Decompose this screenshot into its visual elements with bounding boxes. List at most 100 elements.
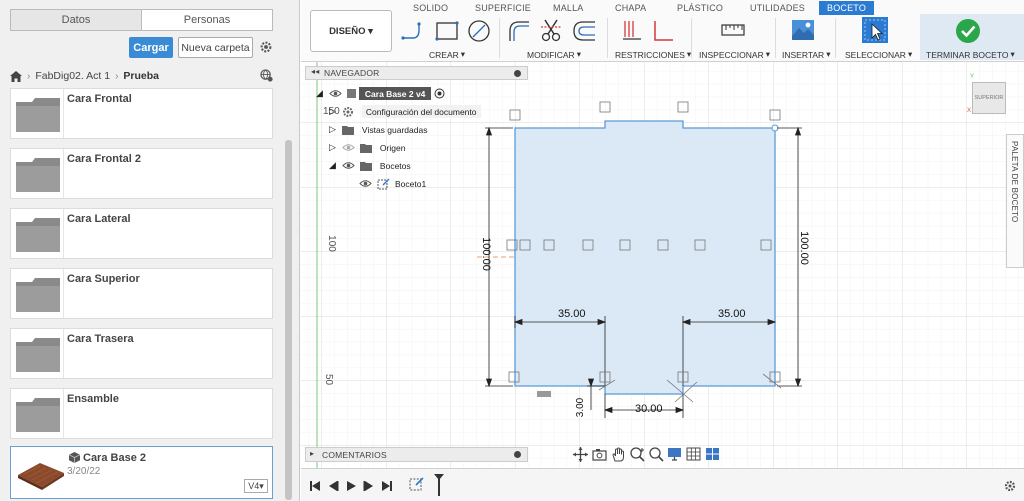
- perpendicular-constraint-icon[interactable]: [651, 19, 675, 43]
- dimension-notch-width[interactable]: 30.00: [635, 403, 663, 415]
- display-settings-icon[interactable]: [667, 446, 684, 463]
- fillet-icon[interactable]: [507, 19, 531, 43]
- list-item[interactable]: Cara Frontal: [10, 88, 273, 139]
- divider: [775, 18, 776, 58]
- comments-panel[interactable]: ▸ COMENTARIOS: [305, 447, 528, 462]
- measure-icon[interactable]: [721, 22, 745, 38]
- expand-icon[interactable]: ▸: [310, 449, 314, 458]
- crear-menu[interactable]: CREAR ▾: [429, 49, 465, 60]
- tab-datos[interactable]: Datos: [11, 10, 141, 30]
- tab-utilidades[interactable]: UTILIDADES: [750, 2, 805, 14]
- trim-icon[interactable]: [539, 17, 563, 43]
- expand-icon[interactable]: ◢: [316, 88, 323, 99]
- new-folder-button[interactable]: Nueva carpeta: [178, 37, 253, 58]
- gear-icon[interactable]: [1004, 480, 1016, 492]
- insertar-menu[interactable]: INSERTAR ▾: [782, 49, 830, 60]
- play-icon[interactable]: [345, 480, 357, 492]
- design-workspace-button[interactable]: DISEÑO ▾: [310, 10, 392, 52]
- step-back-icon[interactable]: [327, 480, 339, 492]
- browser-item-origin[interactable]: ▷ Origen: [329, 141, 405, 154]
- browser-header[interactable]: ◂◂ NAVEGADOR: [305, 66, 528, 80]
- dimension-left-width[interactable]: 35.00: [558, 308, 586, 320]
- expand-icon[interactable]: ▷: [329, 124, 336, 135]
- go-to-start-icon[interactable]: [309, 480, 321, 492]
- list-item[interactable]: Cara Superior: [10, 268, 273, 319]
- viewcube[interactable]: SUPERIOR: [972, 82, 1006, 114]
- pin-icon[interactable]: [514, 70, 521, 77]
- camera-icon[interactable]: [591, 446, 608, 463]
- inspeccionar-menu[interactable]: INSPECCIONAR ▾: [699, 49, 770, 60]
- tab-superficie[interactable]: SUPERFICIE: [475, 2, 531, 14]
- tab-plastico[interactable]: PLÁSTICO: [677, 2, 723, 14]
- scrollbar[interactable]: [285, 140, 292, 500]
- step-forward-icon[interactable]: [363, 480, 375, 492]
- eye-icon[interactable]: [359, 179, 372, 188]
- model-item[interactable]: Cara Base 2 3/20/22 V4 ▾: [10, 446, 273, 499]
- zoom-icon[interactable]: [629, 446, 646, 463]
- tab-solido[interactable]: SOLIDO: [413, 2, 448, 14]
- rectangle-icon[interactable]: [435, 20, 459, 42]
- timeline-sketch-feature-icon[interactable]: [409, 476, 425, 494]
- terminar-boceto-menu[interactable]: TERMINAR BOCETO ▾: [926, 49, 1015, 60]
- eye-icon[interactable]: [329, 89, 342, 98]
- restricciones-menu[interactable]: RESTRICCIONES ▾: [615, 49, 691, 60]
- seleccionar-menu[interactable]: SELECCIONAR ▾: [845, 49, 912, 60]
- pan-hand-icon[interactable]: [610, 446, 627, 463]
- eye-icon[interactable]: [342, 143, 355, 152]
- collapse-icon[interactable]: ◢: [329, 160, 336, 171]
- tab-personas[interactable]: Personas: [141, 10, 272, 30]
- go-to-end-icon[interactable]: [381, 480, 393, 492]
- version-dropdown[interactable]: V4 ▾: [244, 479, 268, 493]
- fit-zoom-icon[interactable]: [648, 446, 665, 463]
- browser-item-sketch1[interactable]: Boceto1: [359, 177, 426, 190]
- expand-icon[interactable]: ▷: [329, 106, 336, 117]
- pin-icon[interactable]: [514, 451, 521, 458]
- breadcrumb-project[interactable]: FabDig02. Act 1: [35, 70, 110, 82]
- dimension-left-height[interactable]: 100.00: [480, 237, 492, 271]
- browser-item-label: Bocetos: [379, 160, 411, 171]
- checkmark-icon[interactable]: [955, 18, 981, 44]
- divider: [63, 89, 64, 138]
- modificar-menu[interactable]: MODIFICAR ▾: [527, 49, 581, 60]
- model-name: Cara Base 2: [83, 452, 146, 464]
- insert-image-icon[interactable]: [791, 19, 815, 41]
- coincident-constraint-icon[interactable]: [621, 19, 643, 43]
- list-item[interactable]: Cara Trasera: [10, 328, 273, 379]
- upload-button[interactable]: Cargar: [129, 37, 173, 58]
- line-icon[interactable]: [401, 20, 427, 42]
- select-cursor-icon[interactable]: [861, 16, 889, 44]
- list-item[interactable]: Ensamble: [10, 388, 273, 439]
- tab-chapa[interactable]: CHAPA: [615, 2, 646, 14]
- list-item[interactable]: Cara Frontal 2: [10, 148, 273, 199]
- chevron-right-icon: ›: [27, 70, 31, 82]
- divider: [835, 18, 836, 58]
- timeline-marker-icon[interactable]: [431, 473, 447, 497]
- home-icon[interactable]: [10, 70, 22, 82]
- grid-settings-icon[interactable]: [686, 446, 703, 463]
- dimension-notch-depth[interactable]: 3.00: [575, 398, 586, 417]
- activate-radio-icon[interactable]: [434, 88, 445, 99]
- browser-item-saved-views[interactable]: ▷ Vistas guardadas: [329, 123, 427, 136]
- sketch-palette-tab[interactable]: PALETA DE BOCETO: [1006, 134, 1024, 268]
- tab-malla[interactable]: MALLA: [553, 2, 584, 14]
- eye-icon[interactable]: [342, 161, 355, 170]
- circle-icon[interactable]: [467, 19, 491, 43]
- sketch-canvas[interactable]: 100.00 100.00 35.00 35.00 30.00 3.00 150…: [301, 62, 1024, 468]
- orbit-move-icon[interactable]: [572, 446, 589, 463]
- tab-boceto[interactable]: BOCETO: [819, 1, 875, 15]
- browser-root[interactable]: ◢ Cara Base 2 v4: [316, 87, 445, 100]
- browser-item-sketches[interactable]: ◢ Bocetos: [329, 159, 411, 172]
- dimension-right-width[interactable]: 35.00: [718, 308, 746, 320]
- viewports-icon[interactable]: [705, 446, 722, 463]
- collapse-icon[interactable]: ◂◂: [311, 67, 319, 76]
- gear-icon[interactable]: [259, 40, 273, 54]
- browser-item-document-settings[interactable]: ▷ Configuración del documento: [329, 105, 481, 118]
- divider: [691, 18, 692, 58]
- globe-settings-icon[interactable]: [260, 69, 273, 82]
- dimension-right-height[interactable]: 100.00: [798, 231, 810, 265]
- breadcrumb-folder[interactable]: Prueba: [123, 70, 159, 82]
- list-item[interactable]: Cara Lateral: [10, 208, 273, 259]
- expand-icon[interactable]: ▷: [329, 142, 336, 153]
- panel-actions: Cargar Nueva carpeta: [0, 37, 300, 59]
- offset-icon[interactable]: [571, 19, 597, 43]
